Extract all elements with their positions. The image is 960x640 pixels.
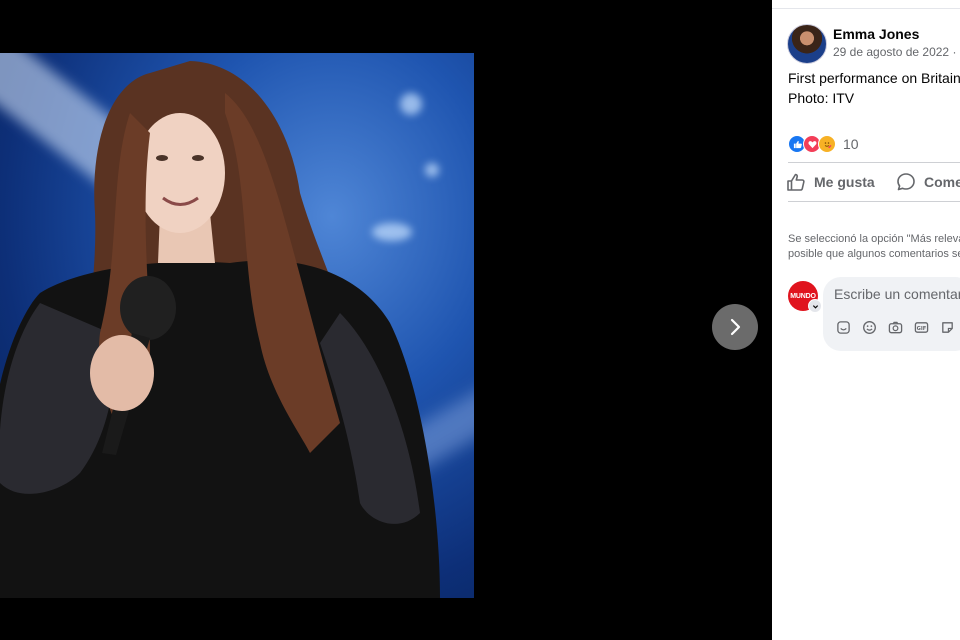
divider [788,162,960,163]
performer-silhouette [0,61,440,598]
care-icon [818,135,836,153]
comment-composer: GIF [823,277,960,351]
post-date[interactable]: 29 de agosto de 2022 · [833,45,956,59]
comment-input[interactable] [834,286,960,302]
like-button-label: Me gusta [814,174,875,190]
comment-sort-notice: Se seleccionó la opción "Más relevantes"… [788,232,960,262]
emoji-icon[interactable] [861,319,877,335]
reaction-summary[interactable]: 10 [788,134,859,154]
camera-icon[interactable] [887,319,903,335]
post-caption: First performance on Britain Photo: ITV [788,68,960,108]
svg-text:GIF: GIF [916,325,926,331]
thumbs-up-icon [787,173,805,191]
comment-tools: GIF [835,319,960,335]
reaction-count: 10 [843,136,859,152]
author-avatar[interactable] [787,24,827,64]
notice-line: Se seleccionó la opción "Más relevantes" [788,233,960,245]
caption-line: First performance on Britain [788,70,960,86]
notice-line: posible que algunos comentarios se [788,248,960,260]
comment-button[interactable]: Comentar [896,171,960,193]
chevron-right-icon [730,318,741,336]
gif-icon[interactable]: GIF [913,319,929,335]
like-button[interactable]: Me gusta [786,171,875,193]
photo-viewer [0,0,772,640]
post-side-panel: Emma Jones 29 de agosto de 2022 · First … [772,0,960,640]
author-name[interactable]: Emma Jones [833,26,919,42]
next-photo-button[interactable] [712,304,758,350]
divider [788,201,960,202]
divider [772,8,960,9]
post-photo[interactable] [0,53,474,598]
avatar-sticker-icon[interactable] [939,319,955,335]
comment-button-label: Comentar [924,174,960,190]
caption-line: Photo: ITV [788,90,855,106]
chevron-down-icon [812,304,818,309]
profile-switch-badge[interactable] [808,299,822,313]
comment-icon [897,173,915,191]
sticker-icon[interactable] [835,319,851,335]
